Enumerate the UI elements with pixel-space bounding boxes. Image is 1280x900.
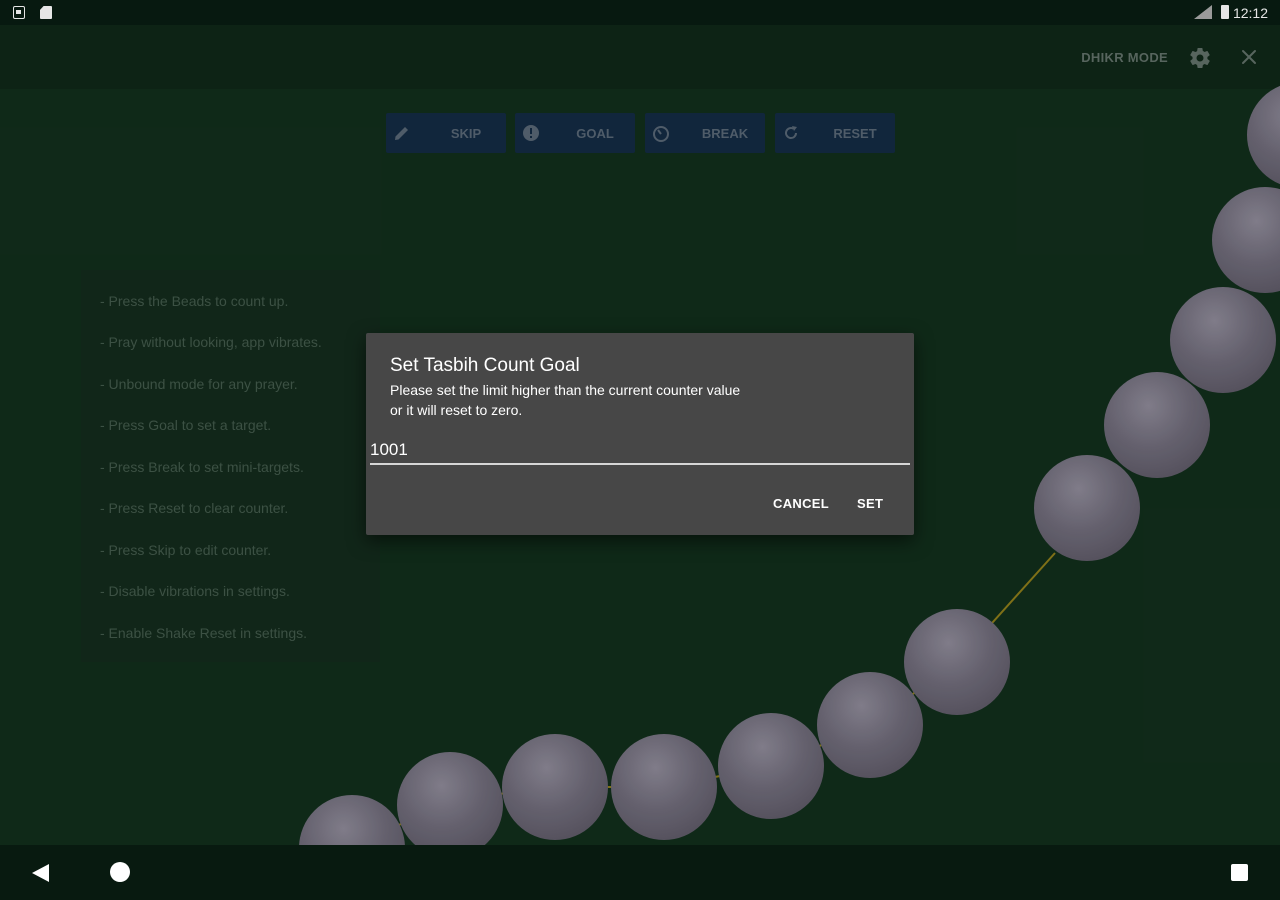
- goal-input[interactable]: [370, 437, 910, 465]
- goal-dialog: Set Tasbih Count Goal Please set the lim…: [366, 333, 914, 535]
- navigation-bar: [0, 845, 1280, 900]
- cancel-button[interactable]: CANCEL: [773, 496, 829, 511]
- set-button[interactable]: SET: [857, 496, 883, 511]
- dialog-message: Please set the limit higher than the cur…: [390, 380, 820, 420]
- dialog-title: Set Tasbih Count Goal: [390, 355, 580, 376]
- back-icon[interactable]: [32, 864, 49, 882]
- dialog-message-line: or it will reset to zero.: [390, 402, 523, 418]
- dialog-message-line: Please set the limit higher than the cur…: [390, 382, 741, 398]
- recent-apps-icon[interactable]: [1231, 864, 1248, 881]
- home-icon[interactable]: [110, 862, 130, 882]
